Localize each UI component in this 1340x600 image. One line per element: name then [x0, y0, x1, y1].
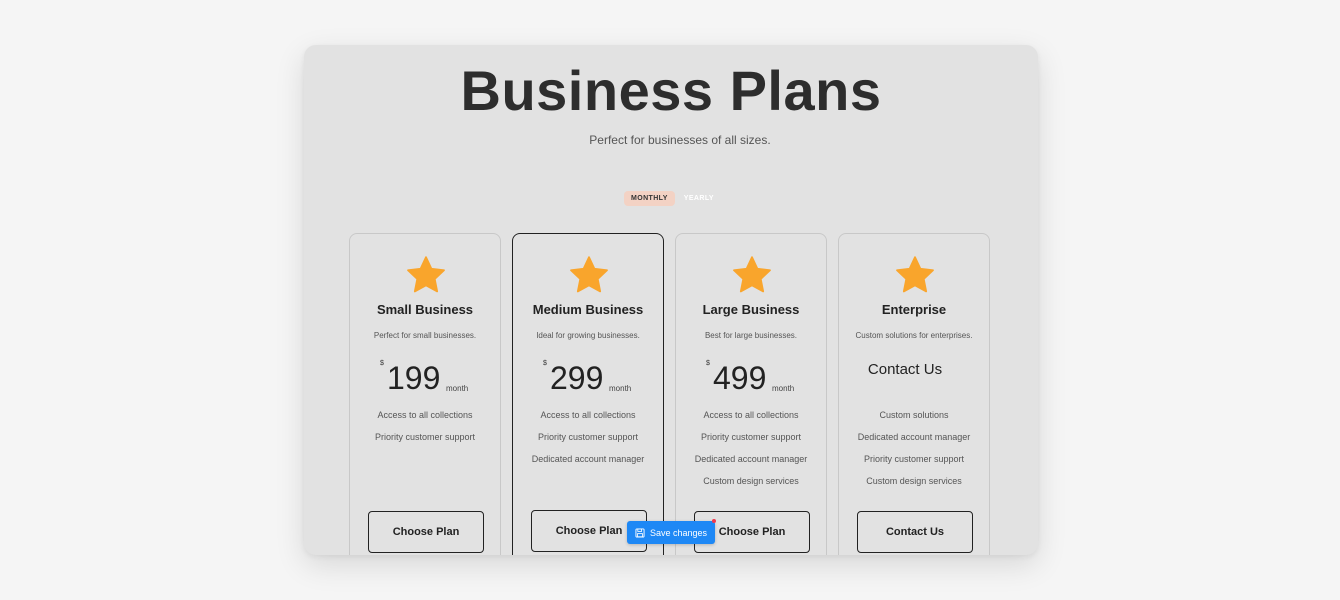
- plan-card-medium-business: Medium Business Ideal for growing busine…: [512, 233, 664, 555]
- pricing-panel: Business Plans Perfect for businesses of…: [304, 45, 1038, 555]
- price-period: month: [772, 384, 795, 393]
- plan-description: Ideal for growing businesses.: [536, 331, 640, 340]
- feature-item: Dedicated account manager: [531, 454, 645, 464]
- feature-item: Priority customer support: [700, 432, 802, 442]
- price-period: month: [446, 384, 469, 393]
- toggle-monthly[interactable]: MONTHLY: [624, 190, 675, 206]
- plan-name: Enterprise: [881, 302, 947, 317]
- toggle-yearly[interactable]: YEARLY: [677, 191, 721, 206]
- page-title: Business Plans: [460, 59, 882, 122]
- feature-item: Custom solutions: [879, 410, 949, 420]
- price-amount: 299: [550, 360, 604, 396]
- price-period: month: [609, 384, 632, 393]
- plan-description: Custom solutions for enterprises.: [855, 331, 973, 340]
- feature-item: Custom design services: [866, 476, 962, 486]
- price-currency: $: [543, 360, 547, 367]
- save-changes-button[interactable]: Save changes: [627, 519, 716, 544]
- plan-description: Perfect for small businesses.: [373, 331, 477, 340]
- plan-card-small-business: Small Business Perfect for small busines…: [349, 233, 501, 555]
- plan-price-contact: Contact Us: [867, 361, 943, 378]
- feature-item: Priority customer support: [863, 454, 965, 464]
- feature-item: Custom design services: [703, 476, 799, 486]
- plan-card-enterprise: Enterprise Custom solutions for enterpri…: [838, 233, 990, 555]
- star-icon: [733, 256, 771, 293]
- plan-card-large-business: Large Business Best for large businesses…: [675, 233, 827, 555]
- feature-item: Access to all collections: [703, 410, 799, 420]
- feature-item: Priority customer support: [374, 432, 476, 442]
- plan-features: Access to all collections Priority custo…: [513, 408, 663, 474]
- plan-name: Medium Business: [532, 302, 644, 317]
- save-changes-label: Save changes: [649, 527, 708, 538]
- plan-name: Small Business: [376, 302, 474, 317]
- plan-name: Large Business: [702, 302, 800, 317]
- price-currency: $: [706, 360, 710, 367]
- star-icon: [407, 256, 445, 293]
- page-subtitle: Perfect for businesses of all sizes.: [589, 133, 771, 147]
- feature-item: Priority customer support: [537, 432, 639, 442]
- star-icon: [896, 256, 934, 293]
- star-icon: [570, 256, 608, 293]
- price-amount: 499: [713, 360, 767, 396]
- plan-features: Access to all collections Priority custo…: [676, 408, 826, 496]
- plan-features: Access to all collections Priority custo…: [350, 408, 500, 452]
- contact-us-button[interactable]: Contact Us: [857, 511, 973, 553]
- feature-item: Access to all collections: [540, 410, 636, 420]
- price-amount: 199: [387, 360, 441, 396]
- plan-price: $ 499 month: [706, 358, 826, 396]
- save-icon: [635, 527, 645, 538]
- feature-item: Dedicated account manager: [857, 432, 971, 442]
- plan-description: Best for large businesses.: [704, 331, 798, 340]
- price-currency: $: [380, 360, 384, 367]
- feature-item: Dedicated account manager: [694, 454, 808, 464]
- notification-dot: [712, 519, 716, 523]
- plan-features: Custom solutions Dedicated account manag…: [839, 408, 989, 496]
- plan-price: $ 299 month: [543, 358, 663, 396]
- choose-plan-button[interactable]: Choose Plan: [368, 511, 484, 553]
- plan-price: $ 199 month: [380, 358, 500, 396]
- billing-toggle: MONTHLY YEARLY: [624, 189, 721, 207]
- feature-item: Access to all collections: [377, 410, 473, 420]
